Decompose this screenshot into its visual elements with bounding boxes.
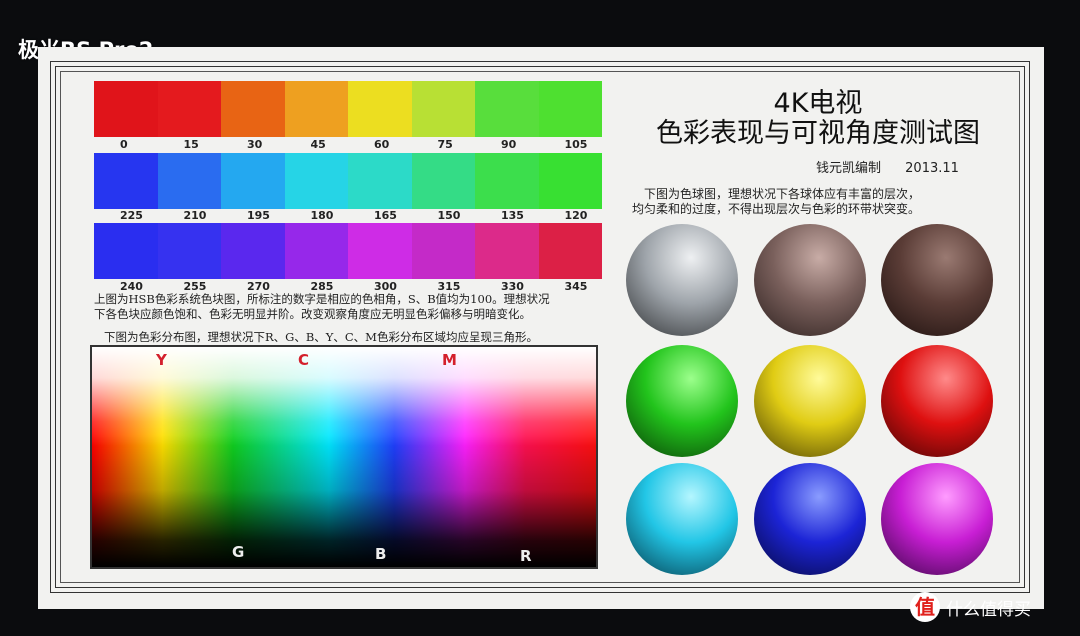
hue-swatch-150 — [411, 153, 475, 209]
gamut-description: 下图为色彩分布图，理想状况下R、G、B、Y、C、M色彩分布区域均应呈现三角形。 — [104, 330, 538, 344]
hue-swatch-225 — [94, 153, 158, 209]
hue-swatch-60 — [348, 81, 412, 137]
gamut-label-r: R — [520, 547, 532, 565]
hsb-description: 上图为HSB色彩系统色块图，所标注的数字是相应的色相角，S、B值均为100。理想… — [94, 292, 614, 322]
hue-swatch-240 — [94, 223, 158, 279]
color-sphere — [754, 224, 866, 336]
hue-swatch-90 — [475, 81, 539, 137]
hue-label: 90 — [501, 138, 517, 151]
gamut-label-c: C — [298, 351, 310, 369]
color-sphere — [881, 345, 993, 457]
gamut-label-m: M — [442, 351, 457, 369]
hue-row-1 — [94, 81, 602, 137]
color-sphere — [626, 224, 738, 336]
color-sphere — [881, 224, 993, 336]
hue-swatch-30 — [221, 81, 285, 137]
hsb-description-line2: 下各色块应颜色饱和、色彩无明显并阶。改变观察角度应无明显色彩偏移与明暗变化。 — [94, 307, 531, 321]
sphere-description-line1: 下图为色球图，理想状况下各球体应有丰富的层次， — [644, 187, 921, 201]
color-sphere — [881, 463, 993, 575]
author-line: 钱元凯编制 2013.11 — [816, 157, 959, 176]
hue-label: 30 — [247, 138, 263, 151]
hue-swatch-135 — [475, 153, 539, 209]
color-sphere — [626, 345, 738, 457]
hue-labels-2: 225 210 195 180 165 150 135 120 — [94, 209, 602, 223]
hue-label: 195 — [247, 209, 270, 222]
hue-label: 150 — [437, 209, 461, 222]
color-sphere — [754, 463, 866, 575]
hue-label: 60 — [374, 138, 390, 151]
hue-label: 225 — [120, 209, 143, 222]
hue-row-2 — [94, 153, 602, 209]
sphere-description: 下图为色球图，理想状况下各球体应有丰富的层次， 均匀柔和的过度，不得出现层次与色… — [628, 187, 1008, 217]
hue-swatch-285 — [284, 223, 348, 279]
hue-swatch-75 — [411, 81, 475, 137]
gamut-label-y: Y — [156, 351, 167, 369]
hue-row-3 — [94, 223, 602, 279]
color-sphere — [754, 345, 866, 457]
hue-label: 45 — [310, 138, 326, 151]
hue-swatch-270 — [221, 223, 285, 279]
hue-swatch-330 — [475, 223, 539, 279]
hue-label: 120 — [564, 209, 588, 222]
chart-title-line2: 色彩表现与可视角度测试图 — [656, 118, 980, 149]
hue-label: 105 — [564, 138, 588, 151]
hue-swatch-105 — [538, 81, 602, 137]
hue-swatch-345 — [538, 223, 602, 279]
hue-swatch-15 — [157, 81, 221, 137]
hue-label: 135 — [501, 209, 524, 222]
author: 钱元凯编制 — [816, 161, 882, 176]
hue-swatch-300 — [348, 223, 412, 279]
hue-swatch-255 — [157, 223, 221, 279]
hue-swatch-45 — [284, 81, 348, 137]
sphere-description-line2: 均匀柔和的过度，不得出现层次与色彩的环带状突变。 — [632, 202, 921, 216]
hue-swatch-180 — [284, 153, 348, 209]
color-gamut-chart: Y C M G B R — [90, 345, 598, 569]
hue-swatch-165 — [348, 153, 412, 209]
hue-swatch-120 — [538, 153, 602, 209]
hue-label: 165 — [374, 209, 397, 222]
watermark-text: 什么值得买 — [946, 599, 1031, 620]
hue-label: 180 — [310, 209, 334, 222]
hue-swatch-315 — [411, 223, 475, 279]
hue-label: 15 — [183, 138, 199, 151]
hue-label: 0 — [120, 138, 128, 151]
gamut-black-fade — [92, 347, 596, 567]
watermark-icon: 值 — [910, 592, 940, 622]
date: 2013.11 — [905, 161, 959, 176]
hue-swatch-195 — [221, 153, 285, 209]
gamut-label-b: B — [375, 545, 387, 563]
hue-swatch-210 — [157, 153, 221, 209]
hue-labels-1: 0 15 30 45 60 75 90 105 — [94, 138, 602, 152]
watermark: 值 什么值得买 — [910, 592, 1031, 622]
hue-swatch-0 — [94, 81, 158, 137]
color-sphere — [626, 463, 738, 575]
hue-label: 75 — [437, 138, 453, 151]
hue-label: 210 — [183, 209, 207, 222]
gamut-label-g: G — [232, 543, 245, 561]
hsb-description-line1: 上图为HSB色彩系统色块图，所标注的数字是相应的色相角，S、B值均为100。理想… — [94, 292, 550, 306]
test-chart-screen: 0 15 30 45 60 75 90 105 225 210 195 180 165 150 135 12… — [38, 47, 1044, 609]
